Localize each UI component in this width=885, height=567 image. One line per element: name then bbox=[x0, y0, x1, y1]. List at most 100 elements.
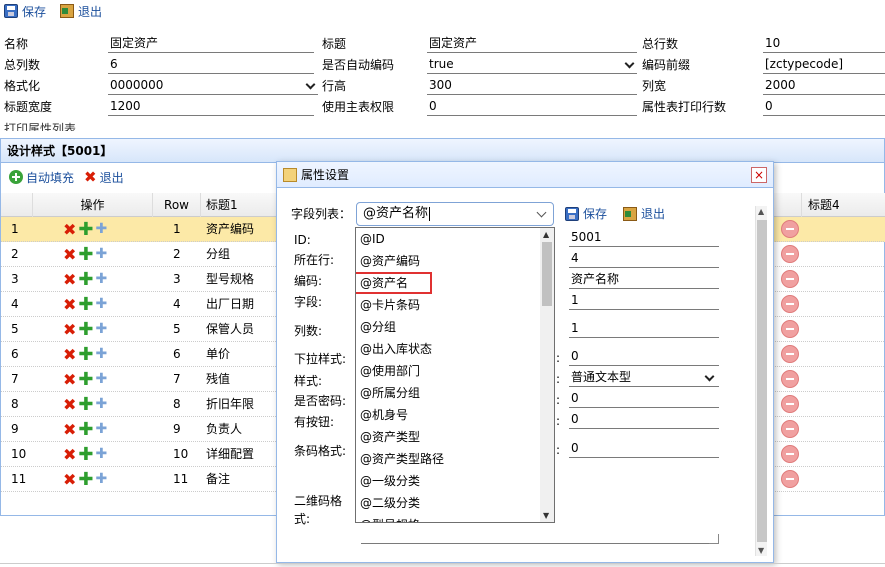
move-icon[interactable]: ✚ bbox=[96, 367, 108, 392]
delete-icon[interactable]: ✖ bbox=[63, 342, 76, 367]
remove-icon[interactable] bbox=[781, 270, 799, 288]
remove-icon[interactable] bbox=[781, 420, 799, 438]
delete-icon[interactable]: ✖ bbox=[63, 367, 76, 392]
move-icon[interactable]: ✚ bbox=[96, 317, 108, 342]
field-field[interactable]: 1 bbox=[569, 292, 719, 310]
remove-icon[interactable] bbox=[781, 245, 799, 263]
move-icon[interactable]: ✚ bbox=[96, 292, 108, 317]
remove-icon[interactable] bbox=[781, 395, 799, 413]
panel-exit-button[interactable]: ✖ 退出 bbox=[84, 169, 124, 186]
remove-icon[interactable] bbox=[781, 370, 799, 388]
add-icon[interactable]: ✚ bbox=[78, 242, 93, 267]
total-cols-field[interactable]: 6 bbox=[108, 56, 314, 74]
remove-icon[interactable] bbox=[781, 345, 799, 363]
dropdown-option[interactable]: @使用部门 bbox=[356, 360, 540, 382]
dialog-save-button[interactable]: 保存 bbox=[565, 205, 607, 222]
remove-icon[interactable] bbox=[781, 445, 799, 463]
use-master-perm-field[interactable]: 0 bbox=[427, 98, 637, 116]
add-icon[interactable]: ✚ bbox=[78, 367, 93, 392]
col-width-field[interactable]: 2000 bbox=[763, 77, 885, 95]
style-select[interactable]: 普通文本型 bbox=[569, 369, 719, 387]
move-icon[interactable]: ✚ bbox=[96, 342, 108, 367]
delete-icon[interactable]: ✖ bbox=[63, 267, 76, 292]
total-rows-field[interactable]: 10 bbox=[763, 35, 885, 53]
move-icon[interactable]: ✚ bbox=[96, 217, 108, 242]
dropdown-option[interactable]: @资产类型路径 bbox=[356, 448, 540, 470]
add-icon[interactable]: ✚ bbox=[78, 267, 93, 292]
dropdown-option[interactable]: @所属分组 bbox=[356, 382, 540, 404]
dropdown-option[interactable]: @型号规格 bbox=[356, 514, 540, 522]
dropdown-option[interactable]: @一级分类 bbox=[356, 470, 540, 492]
name-field[interactable]: 固定资产 bbox=[108, 35, 314, 53]
format-select[interactable]: 0000000 bbox=[108, 77, 318, 95]
delete-icon[interactable]: ✖ bbox=[63, 417, 76, 442]
delete-icon[interactable]: ✖ bbox=[63, 292, 76, 317]
barcode-format-field[interactable]: 0 bbox=[569, 440, 719, 458]
dropdown-option[interactable]: @出入库状态 bbox=[356, 338, 540, 360]
close-icon[interactable]: × bbox=[751, 167, 767, 183]
move-icon[interactable]: ✚ bbox=[96, 242, 108, 267]
delete-icon[interactable]: ✖ bbox=[63, 317, 76, 342]
dropdown-option[interactable]: @资产编码 bbox=[356, 250, 540, 272]
remove-icon[interactable] bbox=[781, 220, 799, 238]
cols-field[interactable]: 1 bbox=[569, 320, 719, 338]
autofill-button[interactable]: 自动填充 bbox=[9, 169, 74, 186]
move-icon[interactable]: ✚ bbox=[96, 267, 108, 292]
id-field[interactable]: 5001 bbox=[569, 229, 719, 247]
add-icon[interactable]: ✚ bbox=[78, 317, 93, 342]
add-icon[interactable]: ✚ bbox=[78, 417, 93, 442]
title-field[interactable]: 固定资产 bbox=[427, 35, 637, 53]
has-button-field[interactable]: 0 bbox=[569, 411, 719, 429]
dialog-scroll-thumb[interactable] bbox=[757, 220, 767, 542]
dialog-exit-button[interactable]: 退出 bbox=[623, 205, 665, 222]
dropdown-option[interactable]: @ID bbox=[356, 228, 540, 250]
dialog-scrollbar[interactable]: ▲ ▼ bbox=[755, 206, 767, 556]
move-icon[interactable]: ✚ bbox=[96, 417, 108, 442]
code-field[interactable]: 资产名称 bbox=[569, 271, 719, 289]
move-icon[interactable]: ✚ bbox=[96, 392, 108, 417]
add-icon[interactable]: ✚ bbox=[78, 467, 93, 492]
add-icon[interactable]: ✚ bbox=[78, 292, 93, 317]
row-field[interactable]: 4 bbox=[569, 250, 719, 268]
delete-icon[interactable]: ✖ bbox=[63, 392, 76, 417]
code-prefix-field[interactable]: [zctypecode] bbox=[763, 56, 885, 74]
print-rows-field[interactable]: 0 bbox=[763, 98, 885, 116]
is-password-field[interactable]: 0 bbox=[569, 390, 719, 408]
dropdown-scroll-thumb[interactable] bbox=[542, 242, 552, 306]
dropdown-option[interactable]: @资产名 bbox=[356, 272, 432, 294]
row-number: 2 bbox=[173, 247, 181, 261]
remove-icon[interactable] bbox=[781, 320, 799, 338]
field-list-combo[interactable]: @资产名称 bbox=[356, 202, 554, 226]
move-icon[interactable]: ✚ bbox=[96, 442, 108, 467]
move-icon[interactable]: ✚ bbox=[96, 467, 108, 492]
dropdown-option[interactable]: @资产类型 bbox=[356, 426, 540, 448]
dropdown-option[interactable]: @二级分类 bbox=[356, 492, 540, 514]
resize-handle-icon[interactable] bbox=[709, 534, 719, 544]
row-title: 详细配置 bbox=[206, 447, 255, 461]
scroll-down-icon[interactable]: ▼ bbox=[543, 511, 549, 520]
add-icon[interactable]: ✚ bbox=[78, 217, 93, 242]
exit-button[interactable]: 退出 bbox=[60, 3, 102, 20]
scroll-up-icon[interactable]: ▲ bbox=[758, 207, 764, 216]
dropdown-option[interactable]: @机身号 bbox=[356, 404, 540, 426]
row-height-field[interactable]: 300 bbox=[427, 77, 637, 95]
add-icon[interactable]: ✚ bbox=[78, 392, 93, 417]
add-icon[interactable]: ✚ bbox=[78, 342, 93, 367]
title-width-field[interactable]: 1200 bbox=[108, 98, 314, 116]
auto-code-select[interactable]: true bbox=[427, 56, 637, 74]
qrcode-format-textarea[interactable] bbox=[361, 542, 719, 544]
save-button[interactable]: 保存 bbox=[4, 3, 46, 20]
dropdown-scrollbar[interactable]: ▲ ▼ bbox=[540, 228, 554, 522]
delete-icon[interactable]: ✖ bbox=[63, 442, 76, 467]
delete-icon[interactable]: ✖ bbox=[63, 467, 76, 492]
dropdown-option[interactable]: @卡片条码 bbox=[356, 294, 540, 316]
delete-icon[interactable]: ✖ bbox=[63, 242, 76, 267]
delete-icon[interactable]: ✖ bbox=[63, 217, 76, 242]
scroll-down-icon[interactable]: ▼ bbox=[758, 546, 764, 555]
add-icon[interactable]: ✚ bbox=[78, 442, 93, 467]
dropdown-style-field[interactable]: 0 bbox=[569, 348, 719, 366]
remove-icon[interactable] bbox=[781, 470, 799, 488]
scroll-up-icon[interactable]: ▲ bbox=[543, 230, 549, 239]
dropdown-option[interactable]: @分组 bbox=[356, 316, 540, 338]
remove-icon[interactable] bbox=[781, 295, 799, 313]
